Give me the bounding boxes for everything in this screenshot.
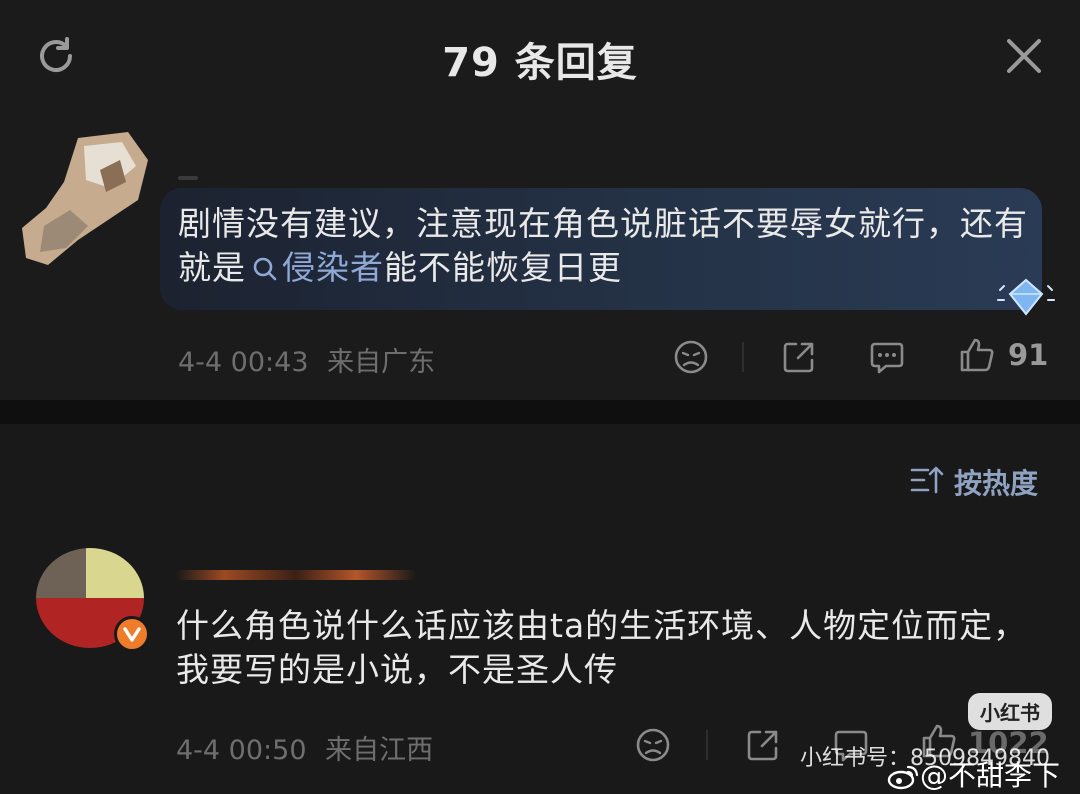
share-icon[interactable]: [744, 726, 782, 764]
comment-meta: 4-4 00:43 来自广东: [178, 340, 435, 379]
check-v-icon: [123, 627, 141, 642]
verified-badge-icon: [114, 616, 150, 652]
watermark-weibo: @不甜李下: [886, 754, 1060, 794]
comment-date: 4-4 00:43: [178, 347, 309, 378]
like-count: 91: [1008, 338, 1049, 372]
reply-location: 来自江西: [325, 735, 434, 766]
section-divider: [0, 400, 1080, 424]
comment-icon[interactable]: [868, 338, 906, 376]
reply-date: 4-4 00:50: [176, 735, 307, 766]
page-title: 79 条回复: [442, 40, 638, 86]
search-link-label: 侵染者: [282, 248, 384, 287]
avatar-block: [86, 548, 144, 598]
divider: [706, 730, 708, 760]
search-icon: [253, 257, 277, 281]
avatar-block: [36, 548, 86, 598]
username-blurred: [176, 570, 416, 580]
dislike-face-icon[interactable]: [634, 726, 672, 764]
weibo-icon: [887, 765, 919, 790]
weibo-handle: @不甜李下: [920, 759, 1061, 792]
like-thumb-icon[interactable]: [958, 336, 996, 374]
close-icon[interactable]: [1004, 36, 1044, 76]
username-blurred: [178, 176, 198, 180]
divider: [742, 342, 744, 372]
comment-text-after: 能不能恢复日更: [384, 248, 622, 287]
watermark-logo: 小红书: [968, 693, 1052, 730]
comment-location: 来自广东: [327, 347, 436, 378]
dislike-face-icon[interactable]: [672, 338, 710, 376]
reply-text[interactable]: 什么角色说什么话应该由ta的生活环境、人物定位而定，我要写的是小说，不是圣人传: [176, 604, 1056, 692]
sort-icon: [910, 466, 944, 494]
search-link[interactable]: 侵染者: [246, 248, 384, 287]
avatar[interactable]: [18, 130, 150, 272]
comment-text[interactable]: 剧情没有建议，注意现在角色说脏话不要辱女就行，还有就是 侵染者能不能恢复日更: [178, 202, 1038, 290]
reply-meta: 4-4 00:50 来自江西: [176, 728, 433, 767]
header-bar: 79 条回复: [0, 0, 1080, 109]
share-icon[interactable]: [780, 338, 818, 376]
sort-label: 按热度: [954, 467, 1039, 500]
diamond-badge-icon: [997, 278, 1055, 316]
